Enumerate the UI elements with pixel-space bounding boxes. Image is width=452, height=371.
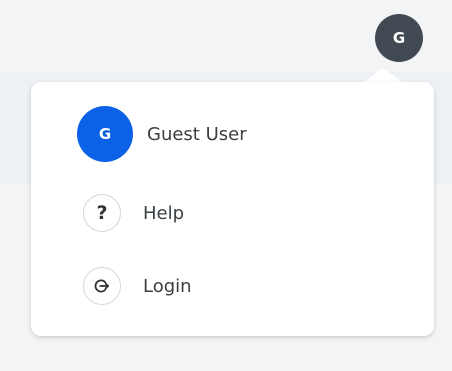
- help-icon: ?: [83, 194, 121, 232]
- menu-item-help[interactable]: ? Help: [77, 194, 184, 232]
- account-avatar-initial: G: [392, 29, 406, 47]
- user-avatar: G: [77, 106, 133, 162]
- account-avatar-button[interactable]: G: [375, 14, 423, 62]
- login-icon: [83, 267, 121, 305]
- user-avatar-initial: G: [98, 125, 112, 143]
- menu-item-login[interactable]: Login: [77, 267, 192, 305]
- dropdown-caret: [364, 68, 402, 82]
- login-label: Login: [143, 275, 192, 297]
- account-dropdown-menu: G Guest User ? Help Login: [31, 82, 434, 336]
- menu-item-guest-user[interactable]: G Guest User: [77, 106, 247, 162]
- help-label: Help: [143, 202, 185, 224]
- user-name-label: Guest User: [147, 123, 247, 145]
